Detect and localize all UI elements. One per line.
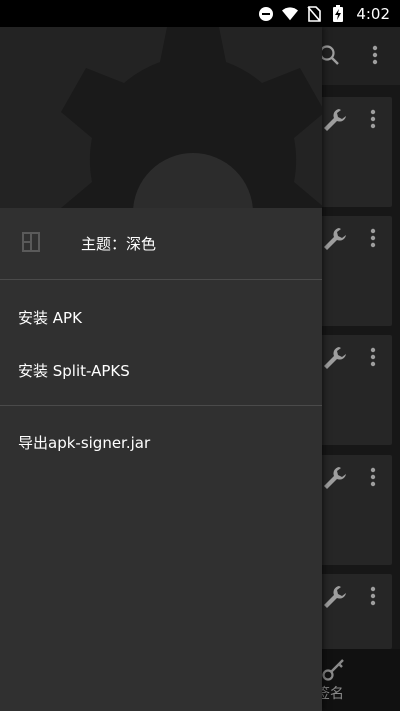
wrench-icon[interactable] bbox=[322, 465, 348, 495]
wifi-icon bbox=[282, 6, 299, 22]
menu-item-export-apk-signer[interactable]: 导出apk-signer.jar bbox=[0, 416, 322, 468]
more-vert-icon[interactable] bbox=[370, 109, 376, 133]
theme-label: 主题：深色 bbox=[81, 235, 157, 253]
wrench-icon[interactable] bbox=[322, 107, 348, 137]
clock: 4:02 bbox=[356, 4, 390, 23]
menu-item-label: 安装 Split-APKS bbox=[18, 362, 130, 380]
menu-item-install-split-apks[interactable]: 安装 Split-APKS bbox=[0, 344, 322, 396]
theme-switcher[interactable]: 主题：深色 bbox=[0, 208, 322, 278]
status-bar: 4:02 bbox=[0, 0, 400, 27]
battery-charging-icon bbox=[330, 5, 346, 22]
drawer-header bbox=[0, 27, 322, 208]
more-vert-icon[interactable] bbox=[370, 347, 376, 371]
gear-icon bbox=[40, 27, 322, 208]
theme-icon bbox=[22, 232, 40, 256]
menu-item-label: 导出apk-signer.jar bbox=[18, 434, 151, 452]
more-vert-icon[interactable] bbox=[370, 467, 376, 491]
more-vert-icon[interactable] bbox=[370, 228, 376, 252]
divider bbox=[0, 405, 322, 406]
more-vert-icon[interactable] bbox=[372, 44, 378, 70]
menu-item-label: 安装 APK bbox=[18, 309, 82, 327]
divider bbox=[0, 279, 322, 280]
wrench-icon[interactable] bbox=[322, 226, 348, 256]
navigation-drawer: 主题：深色 安装 APK 安装 Split-APKS 导出apk-signer.… bbox=[0, 27, 322, 711]
wrench-icon[interactable] bbox=[322, 345, 348, 375]
wrench-icon[interactable] bbox=[322, 584, 348, 614]
do-not-disturb-icon bbox=[258, 6, 274, 22]
more-vert-icon[interactable] bbox=[370, 586, 376, 610]
no-sim-icon bbox=[306, 5, 322, 22]
menu-item-install-apk[interactable]: 安装 APK bbox=[0, 291, 322, 343]
key-icon[interactable] bbox=[322, 657, 346, 685]
